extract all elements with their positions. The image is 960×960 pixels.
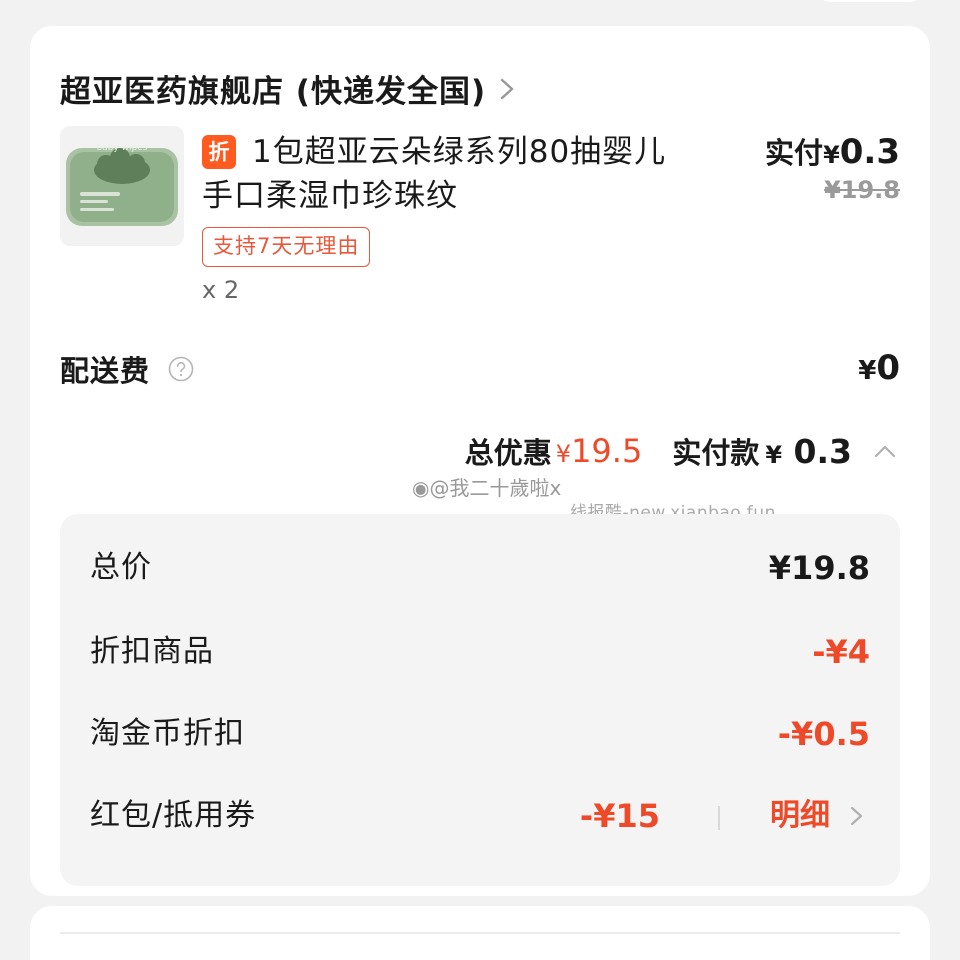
breakdown-row-coin: 淘金币折扣 -¥0.5 [90, 712, 870, 756]
next-card [30, 906, 930, 960]
item-paid-price: 实付¥0.3 [765, 130, 900, 172]
item-price-block: 实付¥0.3 ¥19.8 [765, 130, 900, 204]
amount-paid-currency: ¥ [765, 440, 783, 469]
amount-paid-amount: 0.3 [793, 431, 852, 471]
store-header[interactable]: 超亚医药旗舰店 (快递发全国) [60, 66, 522, 111]
shipping-fee-amount: 0 [876, 348, 900, 388]
discount-item-value: -¥4 [812, 633, 870, 671]
total-discount-value: ¥19.5 [556, 432, 643, 470]
breakdown-row-total: 总价 ¥19.8 [90, 546, 870, 590]
package-label: baby wipes [97, 143, 148, 153]
coin-discount-label: 淘金币折扣 [90, 716, 245, 751]
total-price-label: 总价 [90, 550, 152, 585]
chevron-right-icon[interactable] [492, 74, 522, 104]
breakdown-row-discount-item: 折扣商品 -¥4 [90, 630, 870, 674]
coupon-value: -¥15 [579, 797, 660, 835]
total-price-value: ¥19.8 [768, 549, 870, 587]
item-paid-currency: ¥ [823, 141, 840, 169]
discount-tag: 折 [202, 135, 236, 169]
coupon-detail-link[interactable]: 明细 [770, 794, 830, 838]
chevron-up-icon[interactable] [870, 436, 900, 466]
payment-summary[interactable]: 总优惠 ¥19.5 实付款 ¥ 0.3 [465, 430, 900, 472]
product-title[interactable]: 1包超亚云朵绿系列80抽婴儿手口柔湿巾珍珠纹 [202, 130, 692, 218]
divider [718, 806, 720, 830]
divider [60, 932, 900, 934]
product-thumbnail[interactable]: baby wipes [60, 126, 184, 246]
item-paid-label: 实付 [765, 136, 824, 170]
shipping-row: 配送费 [60, 348, 194, 390]
shipping-fee: ¥0 [858, 348, 900, 388]
coin-discount-value: -¥0.5 [777, 715, 870, 753]
chevron-right-icon[interactable] [842, 802, 870, 830]
coupon-label: 红包/抵用券 [90, 798, 257, 833]
wipes-package-image: baby wipes [66, 143, 178, 226]
store-name[interactable]: 超亚医药旗舰店 (快递发全国) [60, 66, 486, 111]
amount-paid-label: 实付款 [672, 436, 760, 470]
product-quantity: x 2 [202, 276, 240, 304]
watermark-weibo: ◉@我二十歲啦x [412, 472, 561, 501]
total-discount-currency: ¥ [555, 440, 572, 468]
total-discount-label: 总优惠 [464, 436, 552, 470]
amount-paid-value: ¥ 0.3 [765, 432, 852, 471]
price-breakdown-panel: 总价 ¥19.8 折扣商品 -¥4 淘金币折扣 -¥0.5 红包/抵用券 -¥1… [60, 514, 900, 886]
item-original-price: ¥19.8 [824, 176, 900, 204]
order-card: 超亚医药旗舰店 (快递发全国) baby wipes 折 1包超亚云朵绿系列80… [30, 26, 930, 896]
shipping-currency: ¥ [858, 356, 877, 386]
discount-item-label: 折扣商品 [90, 634, 214, 669]
shipping-label: 配送费 [60, 354, 151, 388]
help-circle-icon[interactable] [168, 356, 194, 382]
weibo-icon: ◉ [412, 476, 430, 500]
total-discount-amount: 19.5 [571, 432, 643, 470]
breakdown-row-coupon[interactable]: 红包/抵用券 -¥15 明细 [90, 794, 870, 838]
product-title-block[interactable]: 折 1包超亚云朵绿系列80抽婴儿手口柔湿巾珍珠纹 [202, 130, 692, 218]
watermark-handle: @我二十歲啦x [429, 476, 562, 500]
previous-card-edge [810, 0, 930, 2]
item-paid-amount: 0.3 [839, 132, 900, 172]
return-policy-badge: 支持7天无理由 [202, 227, 371, 267]
